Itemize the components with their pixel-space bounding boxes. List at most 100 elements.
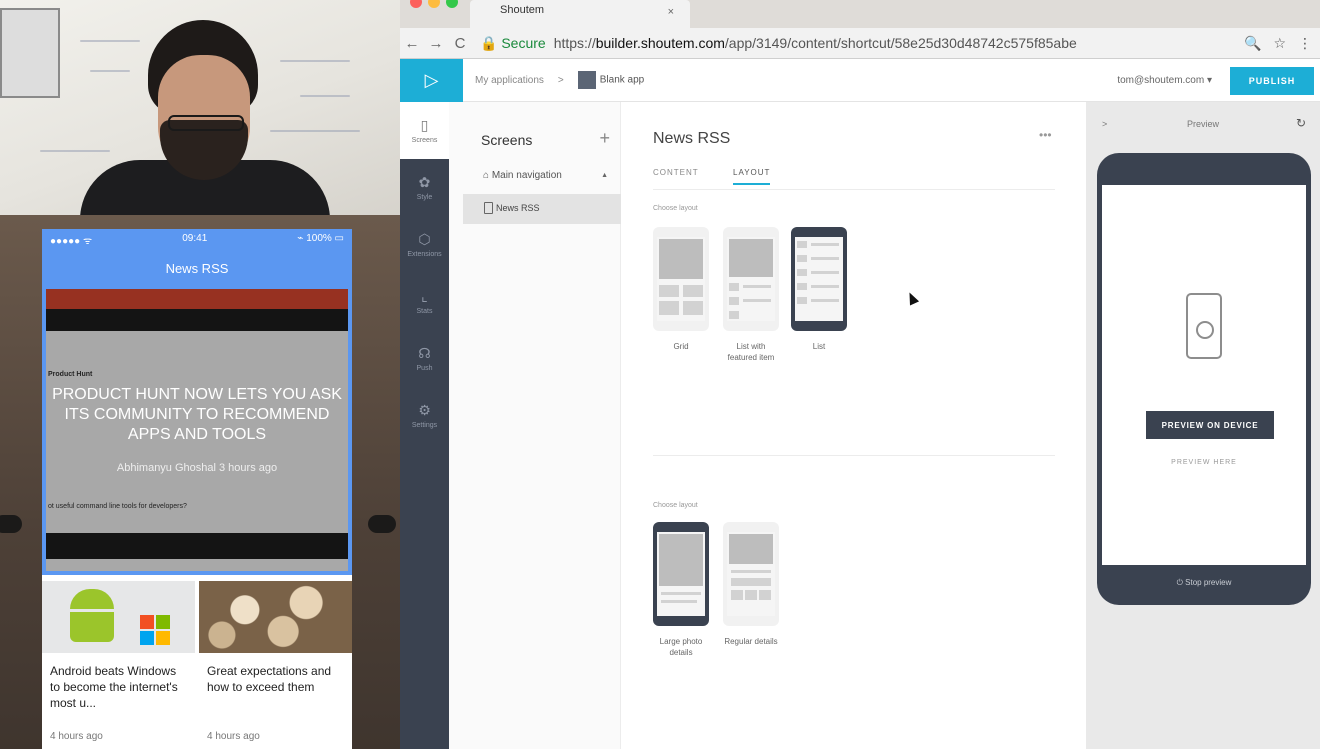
user-menu[interactable]: tom@shoutem.com ▾ [1117,75,1212,86]
webcam-feed [0,0,400,215]
screens-icon: ▯ [420,117,429,133]
android-windows-image [42,581,195,653]
screens-title: Screens [481,132,533,148]
choose-layout-label: Choose layout [653,502,698,509]
screen-item-news-rss[interactable]: News RSS [463,194,621,224]
preview-here-button[interactable]: PREVIEW HERE [1102,459,1306,466]
refresh-icon[interactable]: ↻ [1296,116,1306,130]
grid-layout-thumbnail [653,227,709,331]
add-screen-button[interactable]: + [599,128,610,149]
zoom-window-icon[interactable] [446,0,458,8]
hero-meta: Abhimanyu Ghoshal 3 hours ago [116,462,278,474]
sidebar-item-push[interactable]: ☊ Push [400,330,449,387]
sidebar-item-label: Stats [416,308,433,315]
sidebar-item-label: Extensions [407,251,442,258]
hero-article[interactable]: Product Hunt ot useful command line tool… [42,285,352,575]
main-sidebar: ▯ Screens ✿ Style ⬡ Extensions ⌞ Stats ☊ Push… [400,102,449,749]
status-bar: ●●●●● ᯤ 09:41 ⌁ 100% ▭ [42,229,352,247]
layout-option-list[interactable]: List [791,227,847,352]
main-navigation-item[interactable]: ⌂ Main navigation [483,170,562,181]
collapse-caret-icon[interactable]: ▲ [601,172,608,179]
breadcrumb-my-applications[interactable]: My applications [475,75,544,86]
layout-option-label: List [812,342,826,351]
screen-item-label: News RSS [496,203,540,213]
zoom-icon[interactable]: 🔍 [1244,35,1261,52]
style-icon: ✿ [418,174,431,190]
tab-layout[interactable]: LAYOUT [733,168,771,185]
article-title: Android beats Windows to become the inte… [50,664,178,710]
sidebar-item-screens[interactable]: ▯ Screens [400,102,449,159]
url-field[interactable]: https://builder.shoutem.com/app/3149/con… [554,35,1077,51]
screens-panel: Screens + ⌂ Main navigation ▲ News RSS [449,102,621,749]
tab-title: Shoutem [500,4,545,16]
layout-option-list-featured[interactable]: List with featured item [723,227,779,363]
hero-headline: PRODUCT HUNT NOW LETS YOU ASK ITS COMMUN… [52,386,342,443]
presenter-glasses [168,115,244,131]
article-card[interactable]: Android beats Windows to become the inte… [42,581,195,742]
shoutem-builder: ▷ My applications > Blank app tom@shoute… [400,58,1320,749]
preview-title: Preview [1186,119,1219,129]
sidebar-item-settings[interactable]: ⚙ Settings [400,387,449,444]
breadcrumb-current-app[interactable]: Blank app [577,71,645,89]
sidebar-item-extensions[interactable]: ⬡ Extensions [400,216,449,273]
section-divider [653,455,1055,456]
bookmark-star-icon[interactable]: ☆ [1273,35,1286,52]
status-time: 09:41 [182,233,208,244]
list-layout-thumbnail-selected [791,227,847,331]
breadcrumb-separator: > [557,74,564,86]
article-cards: Android beats Windows to become the inte… [42,575,352,742]
eggs-image [199,581,352,653]
layout-option-large-photo-details[interactable]: Large photo details [653,522,709,658]
article-card[interactable]: Great expectations and how to exceed the… [199,581,352,742]
layout-option-regular-details[interactable]: Regular details [723,522,779,647]
secure-indicator[interactable]: 🔒 Secure [480,35,546,52]
sidebar-item-label: Style [416,194,433,201]
hinge [0,515,22,533]
list-featured-layout-thumbnail [723,227,779,331]
windows-icon [140,615,170,645]
sidebar-item-style[interactable]: ✿ Style [400,159,449,216]
reload-icon[interactable]: C [448,35,472,52]
screen-editor: News RSS ••• CONTENT LAYOUT Choose layou… [621,102,1086,749]
large-photo-layout-thumbnail-selected [653,522,709,626]
minimize-window-icon[interactable] [428,0,440,8]
address-bar: ← → C 🔒 Secure https://builder.shoutem.c… [400,28,1320,59]
publish-button[interactable]: PUBLISH [1230,67,1314,95]
settings-icon: ⚙ [418,402,431,418]
more-options-icon[interactable]: ••• [1039,128,1052,142]
breadcrumb-app-label: Blank app [599,74,645,86]
whiteboard-scribble [270,130,360,132]
editor-title: News RSS [653,130,731,147]
browser-menu-icon[interactable]: ⋮ [1298,35,1312,52]
tab-content[interactable]: CONTENT [653,168,699,177]
whiteboard-scribble [280,60,350,62]
extensions-icon: ⬡ [418,231,431,247]
back-icon[interactable]: ← [400,35,424,52]
breadcrumb: My applications > Blank app [475,71,644,89]
choose-layout-label: Choose layout [653,205,698,212]
signal-icon: ●●●●● ᯤ [50,236,93,247]
whiteboard-scribble [90,70,130,72]
forward-icon[interactable]: → [424,35,448,52]
stop-preview-button[interactable]: ⏻ Stop preview [1097,578,1311,588]
sidebar-item-stats[interactable]: ⌞ Stats [400,273,449,330]
layout-option-label: List with featured item [727,342,775,362]
tab-bar: Shoutem × [400,0,1320,28]
tab-close-icon[interactable]: × [668,6,674,18]
layout-option-label: Large photo details [659,637,703,657]
browser-tab[interactable]: Shoutem × [470,0,690,28]
preview-on-device-button[interactable]: PREVIEW ON DEVICE [1146,411,1274,439]
layout-option-grid[interactable]: Grid [653,227,709,352]
url-path: /app/3149/content/shortcut/58e25d30d4874… [724,35,1077,51]
article-title: Great expectations and how to exceed the… [207,664,332,694]
whiteboard-frame [0,8,60,98]
url-scheme: https:// [553,35,596,51]
window-controls [410,0,458,8]
mobile-header: ●●●●● ᯤ 09:41 ⌁ 100% ▭ News RSS [42,229,352,285]
tap-phone-icon [1186,293,1222,359]
close-window-icon[interactable] [410,0,422,8]
mouse-cursor-icon [904,290,920,306]
shoutem-logo-icon[interactable]: ▷ [400,58,463,102]
article-time: 4 hours ago [207,731,260,742]
hinge [368,515,396,533]
